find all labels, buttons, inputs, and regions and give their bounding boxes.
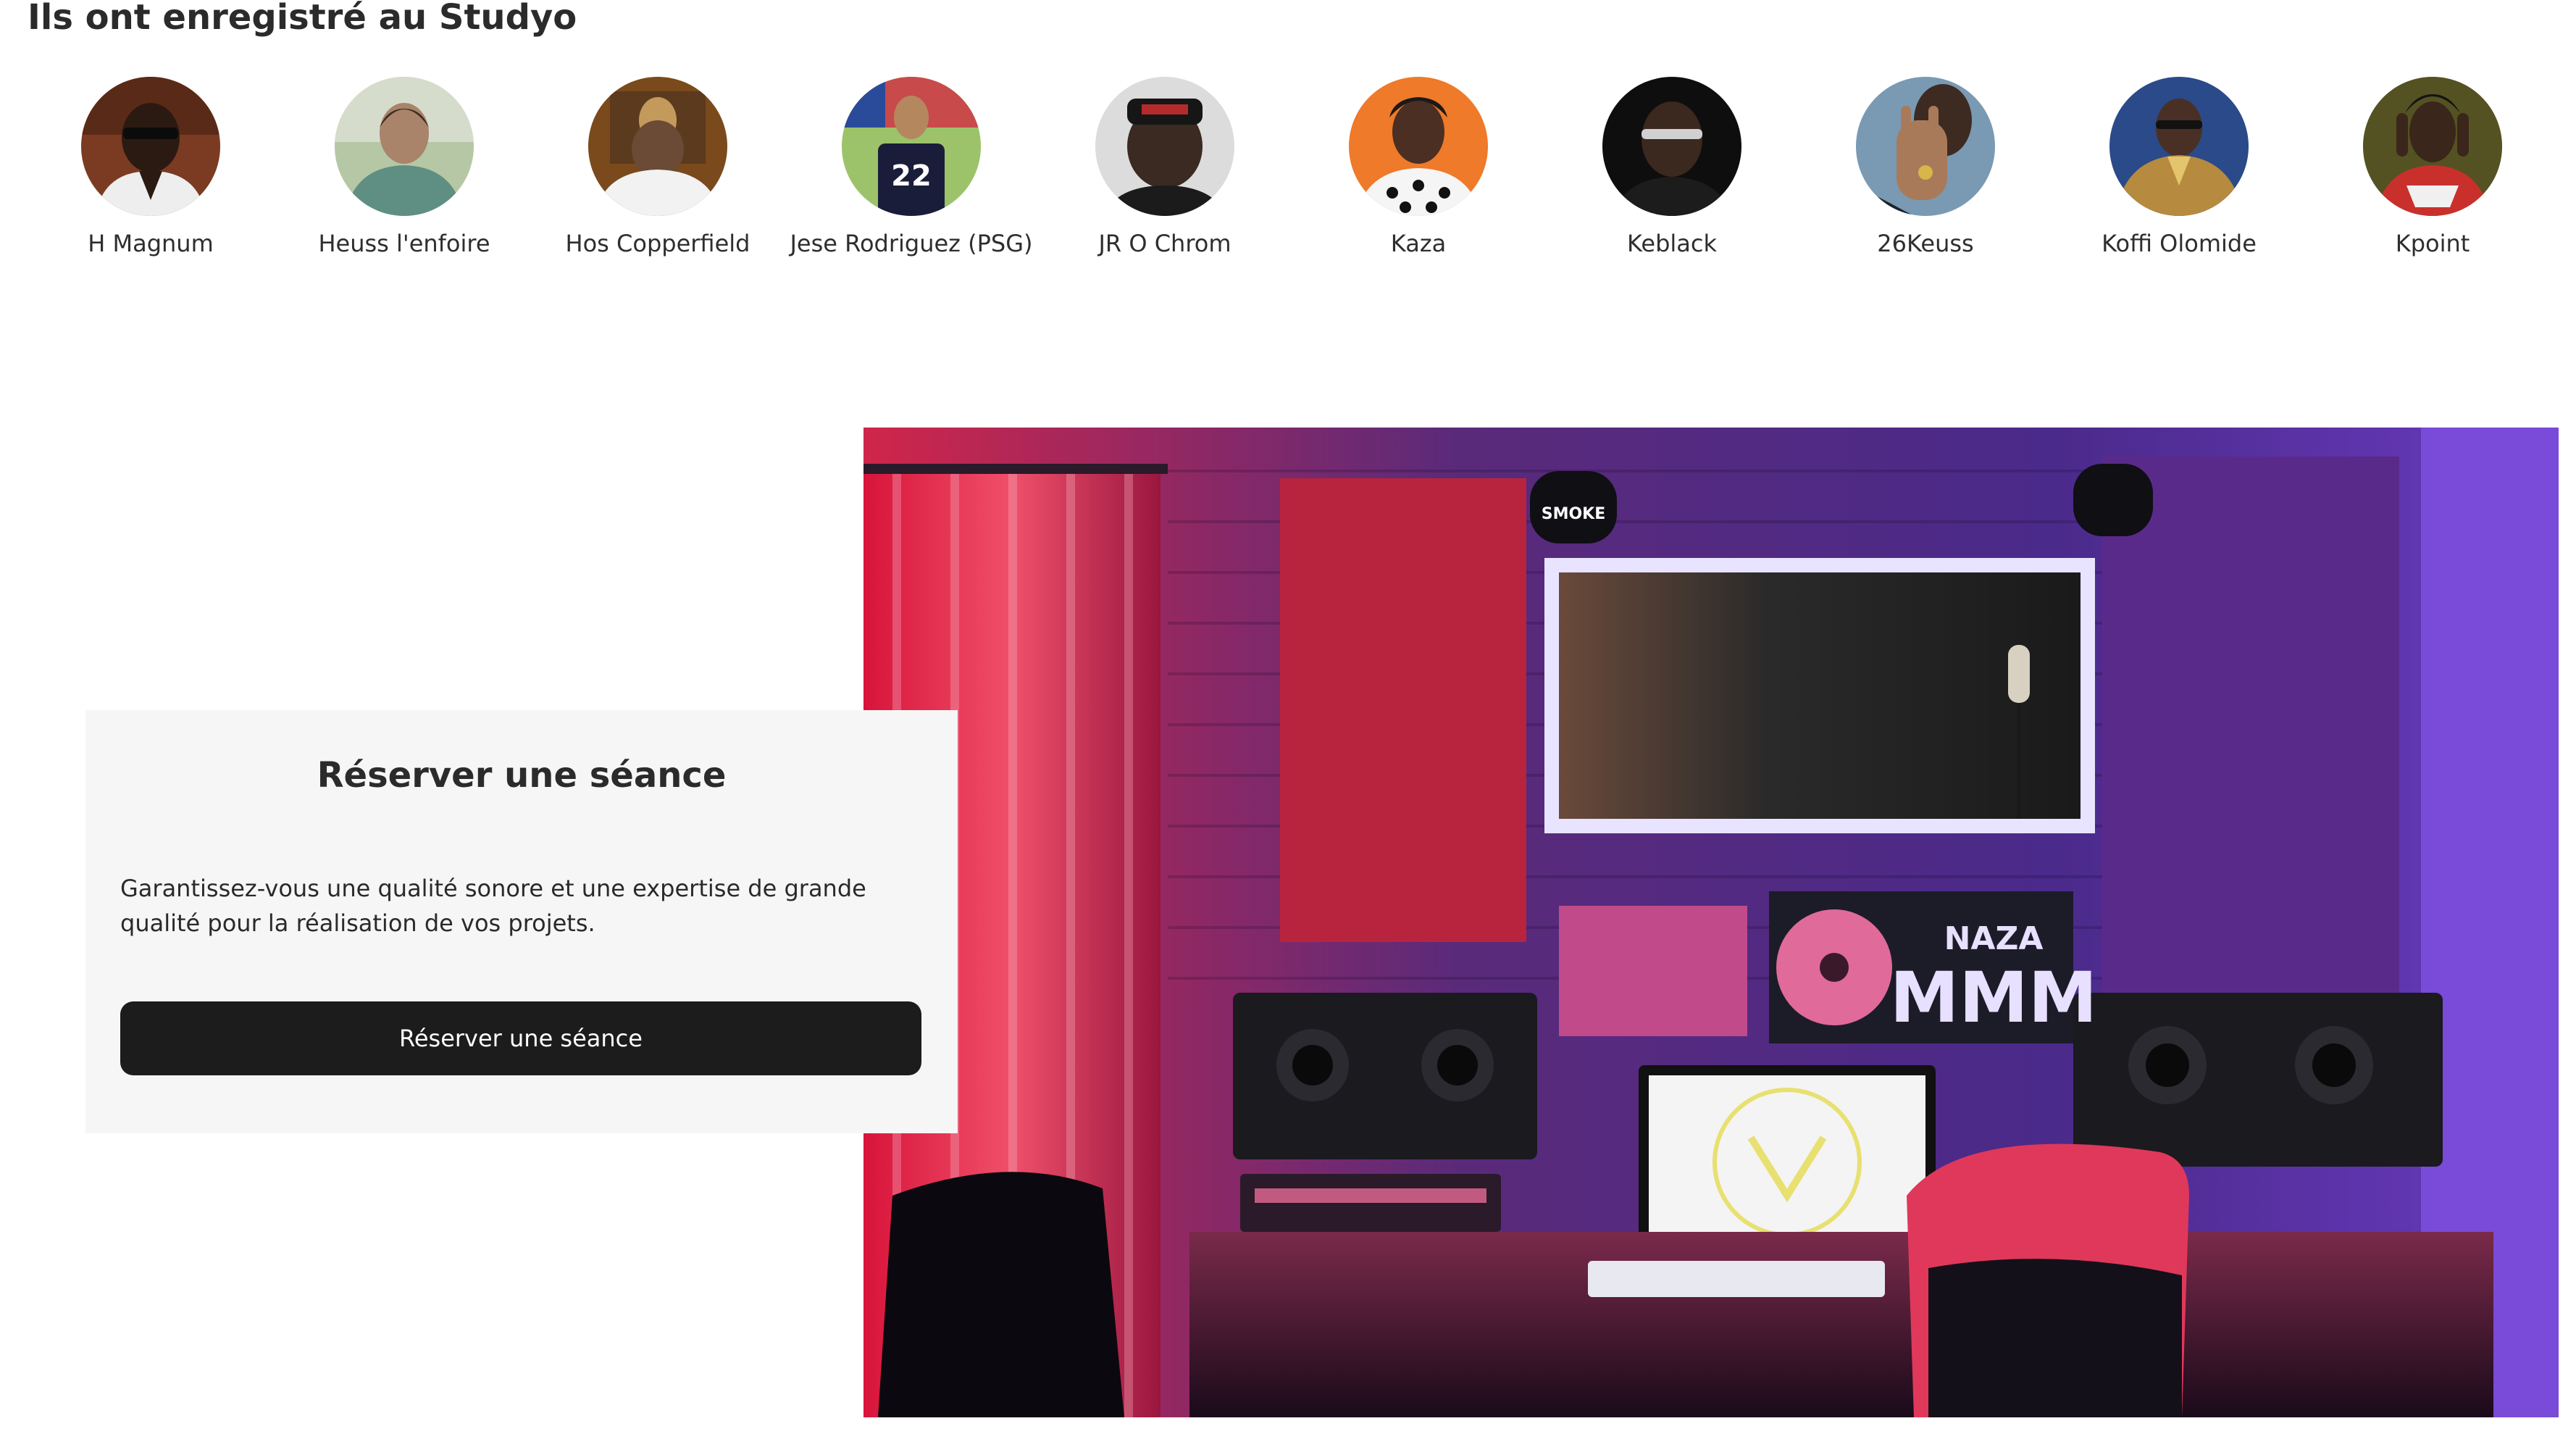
booking-description: Garantissez-vous une qualité sonore et u… bbox=[120, 875, 866, 937]
artist-avatar[interactable] bbox=[81, 77, 220, 216]
artist-item[interactable]: Hos Copperfield bbox=[535, 72, 781, 275]
poster-text-1: NAZA bbox=[1944, 920, 2044, 957]
artist-name[interactable]: Heuss l'enfoire bbox=[281, 228, 527, 259]
artist-avatar[interactable] bbox=[335, 77, 474, 216]
artist-name[interactable]: Koffi Olomide bbox=[2056, 228, 2302, 259]
artist-item[interactable]: 26Keuss bbox=[1802, 72, 2049, 275]
artist-name[interactable]: Kaza bbox=[1295, 228, 1542, 259]
artist-avatar[interactable] bbox=[1095, 77, 1234, 216]
artist-item[interactable]: JR O Chrom bbox=[1042, 72, 1288, 275]
artist-item[interactable]: H Magnum bbox=[28, 72, 274, 275]
artist-item[interactable]: Keblack bbox=[1549, 72, 1795, 275]
artist-avatar[interactable] bbox=[1856, 77, 1995, 216]
studio-photo-illustration: NAZA MMM SMOKE bbox=[863, 428, 2559, 1417]
artist-name[interactable]: Jese Rodriguez (PSG) bbox=[788, 228, 1034, 259]
artist-avatar[interactable] bbox=[2109, 77, 2249, 216]
section-title: Ils ont enregistré au Studyo bbox=[28, 0, 577, 38]
studio-photo: NAZA MMM SMOKE bbox=[863, 428, 2559, 1417]
artist-avatar[interactable] bbox=[1349, 77, 1488, 216]
svg-text:22: 22 bbox=[891, 159, 932, 193]
artist-avatar[interactable] bbox=[2363, 77, 2502, 216]
artist-name[interactable]: Keblack bbox=[1549, 228, 1795, 259]
artist-avatar[interactable] bbox=[1602, 77, 1741, 216]
cap-text: SMOKE bbox=[1542, 505, 1606, 523]
booking-title: Réserver une séance bbox=[317, 755, 727, 796]
artist-avatar[interactable] bbox=[588, 77, 727, 216]
artist-item[interactable]: Kaza bbox=[1295, 72, 1542, 275]
artist-name[interactable]: JR O Chrom bbox=[1042, 228, 1288, 259]
artist-name[interactable]: Hos Copperfield bbox=[535, 228, 781, 259]
artist-item[interactable]: Heuss l'enfoire bbox=[281, 72, 527, 275]
artist-item[interactable]: 22 Jese Rodriguez (PSG) bbox=[788, 72, 1034, 275]
poster-text-2: MMM bbox=[1890, 957, 2098, 1038]
artists-row: H Magnum Heuss l'enfoire Hos Copperfield bbox=[28, 72, 2563, 275]
book-session-button[interactable]: Réserver une séance bbox=[120, 1001, 921, 1075]
artist-avatar[interactable]: 22 bbox=[842, 77, 981, 216]
artist-name[interactable]: H Magnum bbox=[28, 228, 274, 259]
artist-item[interactable]: Koffi Olomide bbox=[2056, 72, 2302, 275]
artist-item[interactable]: Kpoint bbox=[2309, 72, 2556, 275]
artist-name[interactable]: Kpoint bbox=[2309, 228, 2556, 259]
booking-card: Réserver une séance Garantissez-vous une… bbox=[85, 710, 958, 1133]
artist-name[interactable]: 26Keuss bbox=[1802, 228, 2049, 259]
